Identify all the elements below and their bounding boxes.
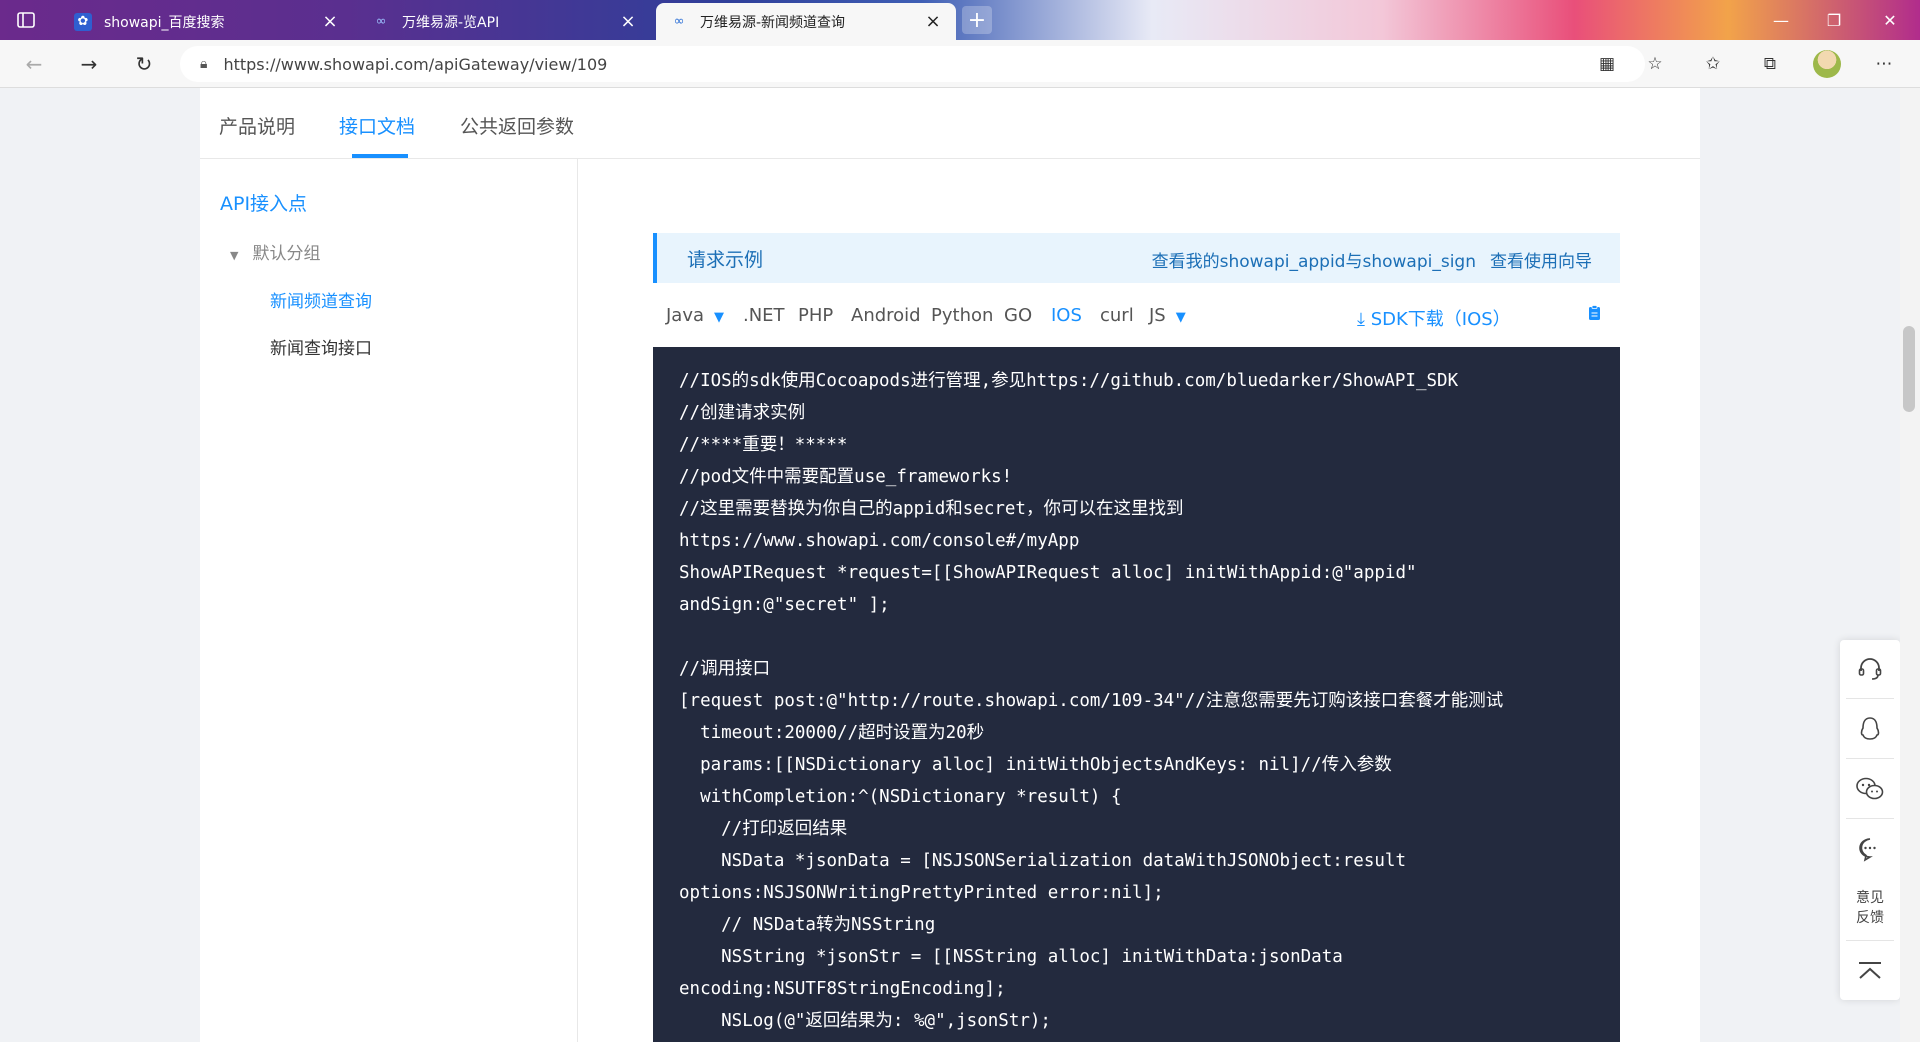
request-example-title: 请求示例: [687, 248, 764, 271]
copy-icon[interactable]: [1588, 305, 1602, 325]
sidebar-group-label: 默认分组: [252, 244, 321, 264]
browser-tab-news[interactable]: ∞ 万维易源-新闻频道查询 ×: [656, 3, 956, 40]
floating-service-bar: 意见 反馈: [1840, 640, 1900, 1000]
lang-tab-curl[interactable]: curl: [1100, 305, 1134, 326]
sidebar-title: API接入点: [220, 193, 308, 215]
divider: [1846, 940, 1894, 941]
restore-icon[interactable]: ❐: [1806, 0, 1862, 40]
tab-api-docs[interactable]: 接口文档: [339, 112, 415, 139]
lang-tab-ios[interactable]: IOS: [1051, 305, 1082, 326]
back-arrow-icon[interactable]: ←: [18, 48, 50, 80]
address-bar: ← → ↻ 🔒︎ https://www.showapi.com/apiGate…: [0, 40, 1920, 88]
header-links: 查看我的showapi_appid与showapi_sign 查看使用向导: [1138, 247, 1592, 272]
browser-tab-lanapi[interactable]: ∞ 万维易源-览API ×: [358, 3, 651, 40]
sdk-download-label: SDK下载（IOS）: [1370, 309, 1511, 330]
browser-tab-baidu[interactable]: ✿ showapi_百度搜索 ×: [60, 3, 353, 40]
close-icon[interactable]: ×: [321, 11, 339, 32]
url-text: https://www.showapi.com/apiGateway/view/…: [223, 54, 608, 74]
feedback-button[interactable]: 意见 反馈: [1840, 888, 1900, 928]
scrollbar-thumb[interactable]: [1903, 326, 1915, 412]
lang-tab-dotnet[interactable]: .NET: [743, 305, 785, 326]
page-container: 产品说明 接口文档 公共返回参数 API接入点 ▼ 默认分组 新闻频道查询 新闻查…: [200, 88, 1700, 1042]
more-menu-icon[interactable]: ⋯: [1866, 46, 1902, 82]
page-scrollbar[interactable]: [1900, 88, 1920, 1042]
sdk-download-link[interactable]: ⤓ SDK下载（IOS）: [1357, 305, 1511, 331]
lang-label: Java: [666, 305, 705, 326]
divider: [1846, 758, 1894, 759]
sidebar-item-news-query[interactable]: 新闻查询接口: [270, 334, 372, 359]
active-tab-indicator: [352, 154, 408, 158]
view-appid-link[interactable]: 查看我的showapi_appid与showapi_sign: [1152, 252, 1476, 272]
feedback-label-2: 反馈: [1856, 910, 1884, 926]
usage-guide-link[interactable]: 查看使用向导: [1490, 252, 1592, 272]
wechat-icon[interactable]: [1840, 760, 1900, 818]
avatar[interactable]: [1813, 50, 1841, 78]
qq-penguin-icon[interactable]: [1840, 700, 1900, 758]
tab-title: showapi_百度搜索: [104, 14, 225, 31]
code-block: //IOS的sdk使用Cocoapods进行管理,参见https://githu…: [653, 347, 1620, 1042]
language-tabs: Java ▼ .NET PHP Android Python GO IOS cur…: [653, 283, 1620, 347]
app-grid-icon[interactable]: ▦: [1589, 46, 1625, 82]
lang-tab-php[interactable]: PHP: [798, 305, 833, 326]
tab-actions-icon[interactable]: [14, 8, 38, 32]
forward-arrow-icon[interactable]: →: [73, 48, 105, 80]
tab-title: 万维易源-新闻频道查询: [700, 14, 846, 31]
infinity-icon: ∞: [375, 14, 387, 29]
headset-icon[interactable]: [1840, 640, 1900, 698]
close-icon[interactable]: ×: [619, 11, 637, 32]
refresh-icon[interactable]: ↻: [128, 48, 160, 80]
collections-icon[interactable]: ⧉: [1752, 46, 1788, 82]
favorite-star-icon[interactable]: ☆: [1637, 46, 1673, 82]
caret-down-icon: ▼: [230, 249, 239, 262]
download-icon: ⤓: [1357, 309, 1371, 330]
url-field[interactable]: 🔒︎ https://www.showapi.com/apiGateway/vi…: [180, 46, 1645, 82]
sidebar-item-news-channel[interactable]: 新闻频道查询: [270, 287, 372, 312]
tab-common-return-params[interactable]: 公共返回参数: [460, 112, 574, 139]
lock-icon: 🔒︎: [200, 56, 208, 72]
divider: [1846, 698, 1894, 699]
chat-bubble-icon[interactable]: [1840, 820, 1900, 878]
favorites-list-icon[interactable]: ✩: [1695, 46, 1731, 82]
lang-tab-python[interactable]: Python: [931, 305, 993, 326]
lang-tab-android[interactable]: Android: [851, 305, 921, 326]
new-tab-button[interactable]: +: [962, 6, 992, 34]
baidu-paw-icon: ✿: [74, 12, 92, 31]
divider: [1846, 818, 1894, 819]
lang-tab-java[interactable]: Java ▼: [666, 305, 724, 326]
feedback-label-1: 意见: [1856, 890, 1884, 906]
chevron-down-icon: ▼: [1175, 310, 1186, 325]
lang-tab-js[interactable]: JS ▼: [1149, 305, 1186, 326]
chevron-down-icon: ▼: [714, 310, 725, 325]
tab-product-description[interactable]: 产品说明: [219, 112, 295, 139]
minimize-icon[interactable]: —: [1753, 0, 1809, 40]
tab-title: 万维易源-览API: [402, 14, 500, 31]
back-to-top-icon[interactable]: [1840, 942, 1900, 1000]
request-example-header: 请求示例 查看我的showapi_appid与showapi_sign 查看使用向…: [653, 233, 1620, 283]
lang-tab-go[interactable]: GO: [1004, 305, 1032, 326]
doc-tabs: 产品说明 接口文档 公共返回参数: [200, 88, 1700, 159]
api-sidebar: API接入点 ▼ 默认分组 新闻频道查询 新闻查询接口: [200, 159, 578, 1042]
infinity-icon: ∞: [673, 14, 685, 29]
browser-tab-bar: ✿ showapi_百度搜索 × ∞ 万维易源-览API × ∞ 万维易源-新闻…: [0, 0, 1920, 40]
sidebar-group[interactable]: ▼ 默认分组: [230, 239, 320, 264]
close-icon[interactable]: ×: [924, 11, 942, 32]
window-close-icon[interactable]: ✕: [1862, 0, 1918, 40]
lang-label: JS: [1149, 305, 1166, 326]
